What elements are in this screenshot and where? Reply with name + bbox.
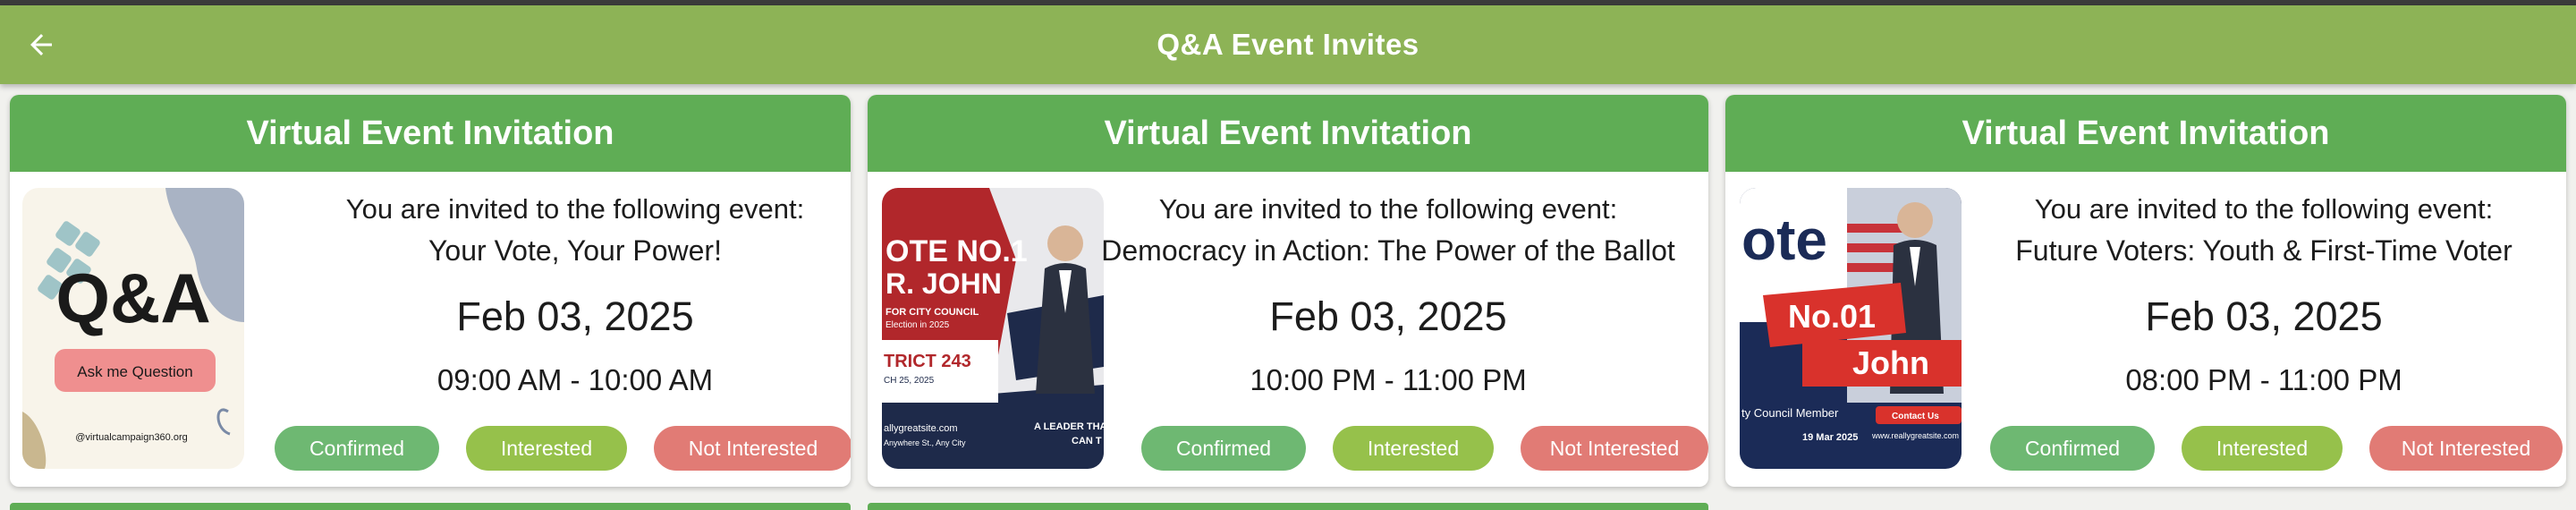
not-interested-button[interactable]: Not Interested	[2369, 426, 2563, 471]
invite-line: You are invited to the following event:	[2034, 193, 2494, 225]
interested-button[interactable]: Interested	[1333, 426, 1494, 471]
invite-line: You are invited to the following event:	[1158, 193, 1618, 225]
poster-line6: CH 25, 2025	[884, 376, 935, 386]
confirmed-button[interactable]: Confirmed	[275, 426, 439, 471]
poster-line5: TRICT 243	[884, 352, 971, 371]
card-header: Virtual Event Invitation	[868, 95, 1708, 172]
poster-line1: OTE NO.1	[886, 234, 1028, 268]
event-card[interactable]: Virtual Event Invitation Q&A Ask me Ques…	[10, 95, 851, 487]
poster-line2: No.01	[1788, 298, 1876, 335]
card-header: Virtual Event Invitation	[1725, 95, 2566, 172]
event-details: You are invited to the following event: …	[244, 188, 851, 396]
poster-title: Q&A	[55, 259, 210, 337]
event-time: 09:00 AM - 10:00 AM	[436, 363, 714, 396]
event-card[interactable]: Virtual Event Invitation OTE NO.1 R. JOH…	[868, 95, 1708, 487]
invite-line: You are invited to the following event:	[345, 193, 805, 225]
event-date: Feb 03, 2025	[456, 293, 694, 339]
not-interested-button[interactable]: Not Interested	[654, 426, 851, 471]
interested-button[interactable]: Interested	[466, 426, 627, 471]
app-bar: Q&A Event Invites	[0, 5, 2576, 84]
page-title: Q&A Event Invites	[1157, 28, 1419, 61]
card-header: Virtual Event Invitation	[10, 95, 851, 172]
confirmed-button[interactable]: Confirmed	[1990, 426, 2155, 471]
interested-button[interactable]: Interested	[2182, 426, 2343, 471]
event-details: You are invited to the following event: …	[1960, 188, 2566, 396]
not-interested-button[interactable]: Not Interested	[1521, 426, 1708, 471]
event-name: Democracy in Action: The Power of the Ba…	[1101, 234, 1675, 267]
next-card-header	[868, 503, 1708, 510]
event-name: Your Vote, Your Power!	[428, 234, 722, 267]
poster-line3: John	[1852, 344, 1929, 381]
event-date: Feb 03, 2025	[1269, 293, 1507, 339]
poster-line5: ty Council Member	[1741, 406, 1839, 420]
poster-line4: Contact Us	[1892, 412, 1939, 421]
event-date: Feb 03, 2025	[2145, 293, 2383, 339]
event-name: Future Voters: Youth & First-Time Voter	[2015, 234, 2512, 267]
arrow-left-icon[interactable]	[25, 29, 57, 61]
poster-line1: ote	[1741, 208, 1827, 272]
event-details: You are invited to the following event: …	[1101, 188, 1708, 396]
next-card-header	[10, 503, 851, 510]
event-card[interactable]: Virtual Event Invitation ote No.01 John …	[1725, 95, 2566, 487]
poster-line4: Election in 2025	[886, 320, 950, 330]
event-time: 10:00 PM - 11:00 PM	[1250, 363, 1527, 396]
poster-line2: R. JOHN	[886, 268, 1002, 300]
confirmed-button[interactable]: Confirmed	[1141, 426, 1306, 471]
poster-line3: FOR CITY COUNCIL	[886, 307, 979, 318]
poster-pill: Ask me Question	[77, 363, 192, 380]
event-time: 08:00 PM - 11:00 PM	[2125, 363, 2402, 396]
